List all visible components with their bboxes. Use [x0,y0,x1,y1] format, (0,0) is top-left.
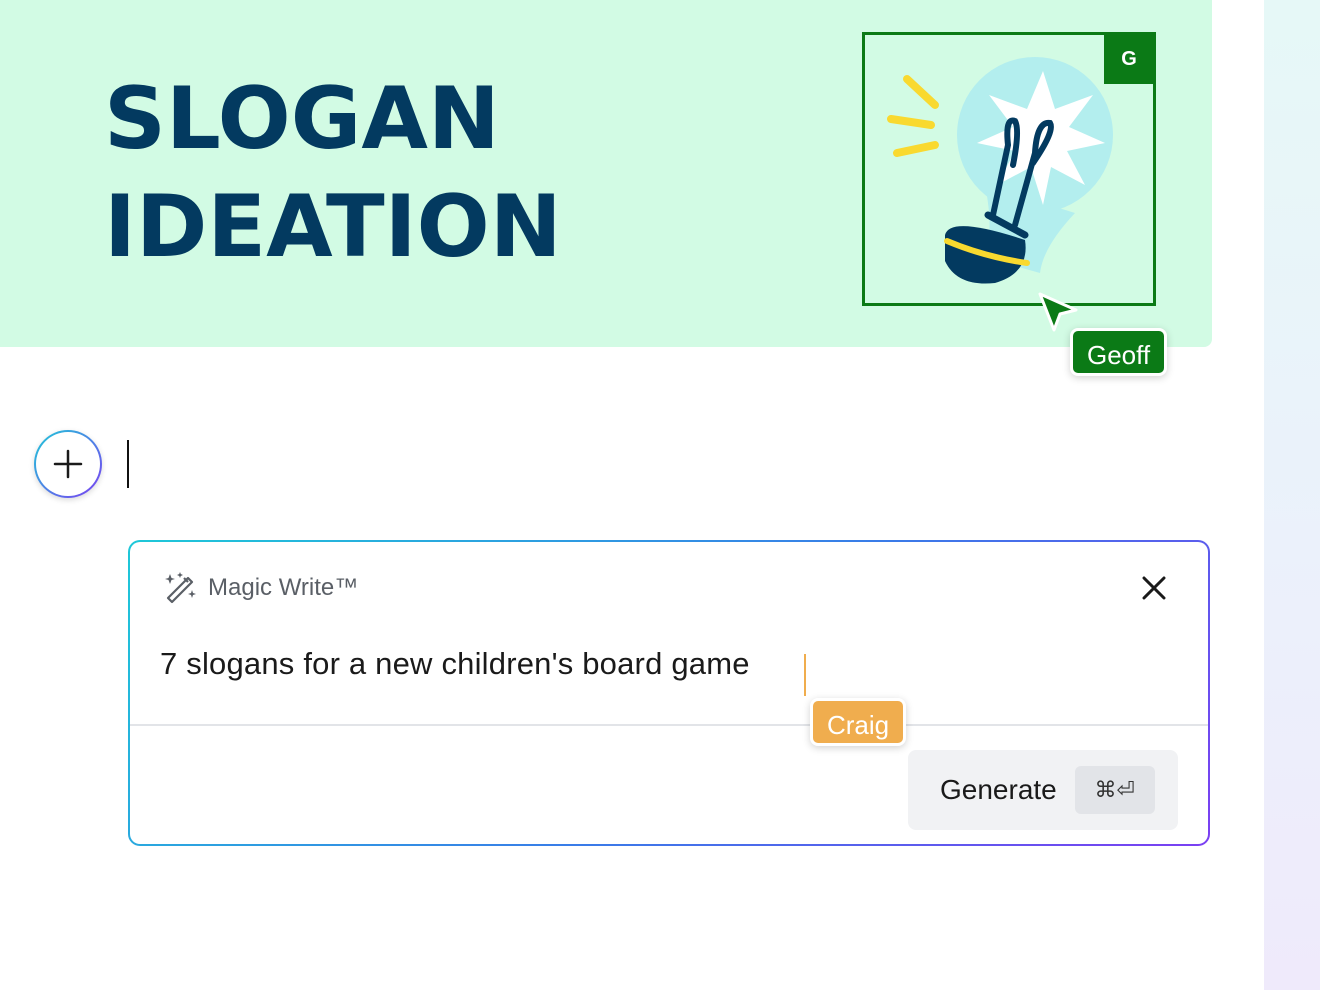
add-element-button[interactable] [34,430,102,498]
title-line-2: IDEATION [104,177,562,277]
magic-write-header: Magic Write™ [162,570,358,606]
collaborator-initial-badge: G [1104,34,1154,84]
collaborator-tag-geoff: Geoff [1070,328,1168,376]
plus-icon [53,449,83,479]
close-button[interactable] [1138,572,1170,604]
text-caret [127,440,129,488]
magic-write-title: Magic Write™ [208,574,359,601]
prompt-input[interactable]: 7 slogans for a new children's board gam… [160,646,750,682]
magic-write-panel: Magic Write™ 7 slogans for a new childre… [128,540,1210,846]
right-side-panel-edge [1264,0,1320,990]
title-line-1: SLOGAN [104,69,500,169]
generate-label: Generate [940,774,1057,805]
close-icon [1142,576,1166,600]
generate-button[interactable]: Generate ⌘⏎ [908,750,1178,830]
collaborator-tag-craig: Craig [810,698,907,746]
cursor-pointer-icon [1038,292,1078,332]
divider [130,724,1208,726]
keyboard-shortcut-hint: ⌘⏎ [1074,766,1155,814]
collaborator-caret-craig [804,654,806,696]
magic-wand-icon [165,572,196,604]
